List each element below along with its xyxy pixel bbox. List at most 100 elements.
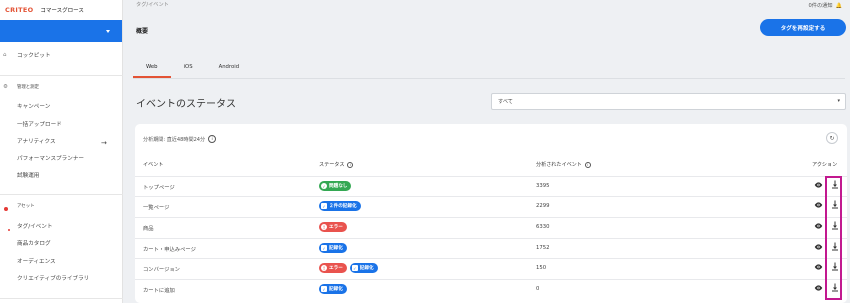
analyzed-count: 0: [536, 286, 540, 292]
view-eye-icon[interactable]: [814, 285, 823, 291]
divider: [0, 194, 123, 195]
info-icon[interactable]: i: [584, 161, 591, 168]
status-badges: ✓ 問題なし: [319, 181, 352, 191]
table-row: 商品! エラー 6330: [135, 217, 847, 237]
sidebar-item-label: コックピット: [17, 53, 51, 59]
criteo-logo[interactable]: CRITEO: [5, 6, 33, 14]
section-title: イベントのステータス: [136, 99, 236, 110]
status-badges: ✓ 記録化: [319, 243, 347, 253]
app-name: コマースグロース: [40, 8, 84, 14]
notifications-label: 0件の通知: [808, 3, 833, 9]
status-badge-label: エラー: [329, 225, 343, 230]
info-icon[interactable]: i: [208, 135, 217, 143]
status-badge: ✓ 記録化: [349, 263, 378, 273]
table-row: コンバージョン! エラー ✓ 記録化 150: [135, 258, 847, 278]
column-header-label: ステータス: [319, 162, 345, 168]
view-eye-icon[interactable]: [814, 244, 823, 250]
error-icon: !: [321, 224, 327, 230]
notifications[interactable]: 0件の通知 🔔: [808, 2, 842, 10]
sidebar-item-label: 試験運用: [17, 173, 40, 179]
chevron-down-icon: [106, 29, 110, 33]
table-row: トップページ ✓ 問題なし 3395: [135, 176, 847, 196]
status-badges: ! エラー ✓ 記録化: [319, 263, 378, 273]
reset-tag-button[interactable]: タグを再設定する: [760, 19, 846, 36]
event-name: トップページ: [143, 185, 175, 191]
active-dot-icon: [8, 229, 10, 231]
view-eye-icon[interactable]: [814, 223, 823, 229]
home-icon: ⌂: [3, 52, 7, 58]
column-header-analyzed: 分析されたイベント i: [536, 161, 591, 168]
sidebar: CRITEO コマースグロース ⌂ コックピット ⚙ 管理と測定 キャンペーン …: [0, 0, 123, 303]
platform-tabs: Web iOS Android: [133, 56, 252, 78]
column-header-action: アクション: [812, 161, 837, 168]
column-header-event: イベント: [143, 161, 163, 168]
event-name: カートに追加: [143, 288, 175, 294]
column-header-label: イベント: [143, 162, 164, 168]
account-selector[interactable]: [0, 20, 122, 42]
sidebar-item-label: クリエイティブのライブラリ: [17, 276, 90, 282]
status-badge: ✓ 記録化: [319, 243, 347, 253]
download-highlight-box: [825, 176, 842, 300]
status-badge-label: 記録化: [329, 246, 343, 251]
status-filter-select[interactable]: すべて ▾: [491, 93, 846, 110]
sidebar-section-label: 管理と測定: [17, 85, 39, 90]
status-badge-label: ２件の記録化: [329, 204, 357, 209]
table-row: 一覧ページ ✓ ２件の記録化 2299: [135, 196, 847, 216]
page-title: 概要: [136, 28, 149, 35]
chevron-down-icon: ▾: [837, 98, 840, 104]
info-icon[interactable]: i: [347, 161, 354, 168]
analyzed-count: 3395: [536, 183, 550, 189]
status-filter-value: すべて: [498, 99, 513, 105]
table-row: カートに追加 ✓ 記録化 0: [135, 279, 847, 299]
tab-ios[interactable]: iOS: [171, 56, 206, 78]
table-row: カート・申込みページ ✓ 記録化 1752: [135, 238, 847, 258]
arrow-right-icon: →: [101, 139, 107, 147]
status-badge: ✓ ２件の記録化: [319, 201, 361, 211]
view-eye-icon[interactable]: [814, 182, 823, 188]
check-icon: ✓: [321, 183, 327, 189]
sidebar-item-label: タグ/イベント: [17, 224, 53, 230]
analyzed-count: 2299: [536, 203, 550, 209]
status-badge: ! エラー: [319, 222, 347, 232]
divider: [133, 78, 845, 79]
sidebar-item-label: パフォーマンスプランナー: [17, 156, 85, 162]
event-name: コンバージョン: [143, 267, 180, 273]
divider: [0, 75, 123, 76]
brand-row: CRITEO コマースグロース: [0, 0, 122, 20]
sidebar-item-label: キャンペーン: [17, 104, 51, 110]
status-badge: ! エラー: [319, 263, 347, 273]
tab-web[interactable]: Web: [133, 56, 171, 78]
check-icon: ✓: [321, 245, 327, 251]
status-badges: ✓ 記録化: [319, 284, 347, 294]
column-header-status: ステータス i: [319, 161, 354, 168]
refresh-button[interactable]: ↻: [826, 132, 838, 144]
status-badge-label: 記録化: [329, 287, 343, 292]
event-name: 商品: [143, 226, 154, 232]
tab-android[interactable]: Android: [206, 56, 252, 78]
view-eye-icon[interactable]: [814, 202, 823, 208]
sidebar-item-label: 一括アップロード: [17, 122, 62, 128]
event-name: カート・申込みページ: [143, 247, 196, 253]
events-card: 分析期間: 直近48時間24分 i ↻ イベント ステータス i 分析されたイベ…: [135, 124, 847, 303]
status-badges: ! エラー: [319, 222, 347, 232]
error-icon: !: [321, 265, 327, 271]
status-badge-label: 記録化: [359, 266, 374, 271]
sidebar-item-label: 商品カタログ: [17, 241, 51, 247]
analysis-period-label: 分析期間: 直近48時間24分: [143, 136, 206, 143]
status-badge-label: エラー: [329, 266, 343, 271]
analyzed-count: 6330: [536, 224, 550, 230]
divider: [0, 298, 123, 299]
gear-icon: ⚙: [3, 84, 8, 90]
bell-icon: 🔔: [835, 2, 842, 9]
check-icon: ✓: [321, 203, 327, 209]
sidebar-section-label: アセット: [17, 204, 35, 209]
sidebar-item-label: アナリティクス: [17, 139, 56, 145]
status-badges: ✓ ２件の記録化: [319, 201, 361, 211]
view-eye-icon[interactable]: [814, 264, 823, 270]
assets-indicator-icon: [4, 207, 8, 211]
check-icon: ✓: [351, 265, 358, 271]
analyzed-count: 1752: [536, 245, 550, 251]
analyzed-count: 150: [536, 265, 547, 271]
check-icon: ✓: [321, 286, 327, 292]
status-badge: ✓ 記録化: [319, 284, 347, 294]
